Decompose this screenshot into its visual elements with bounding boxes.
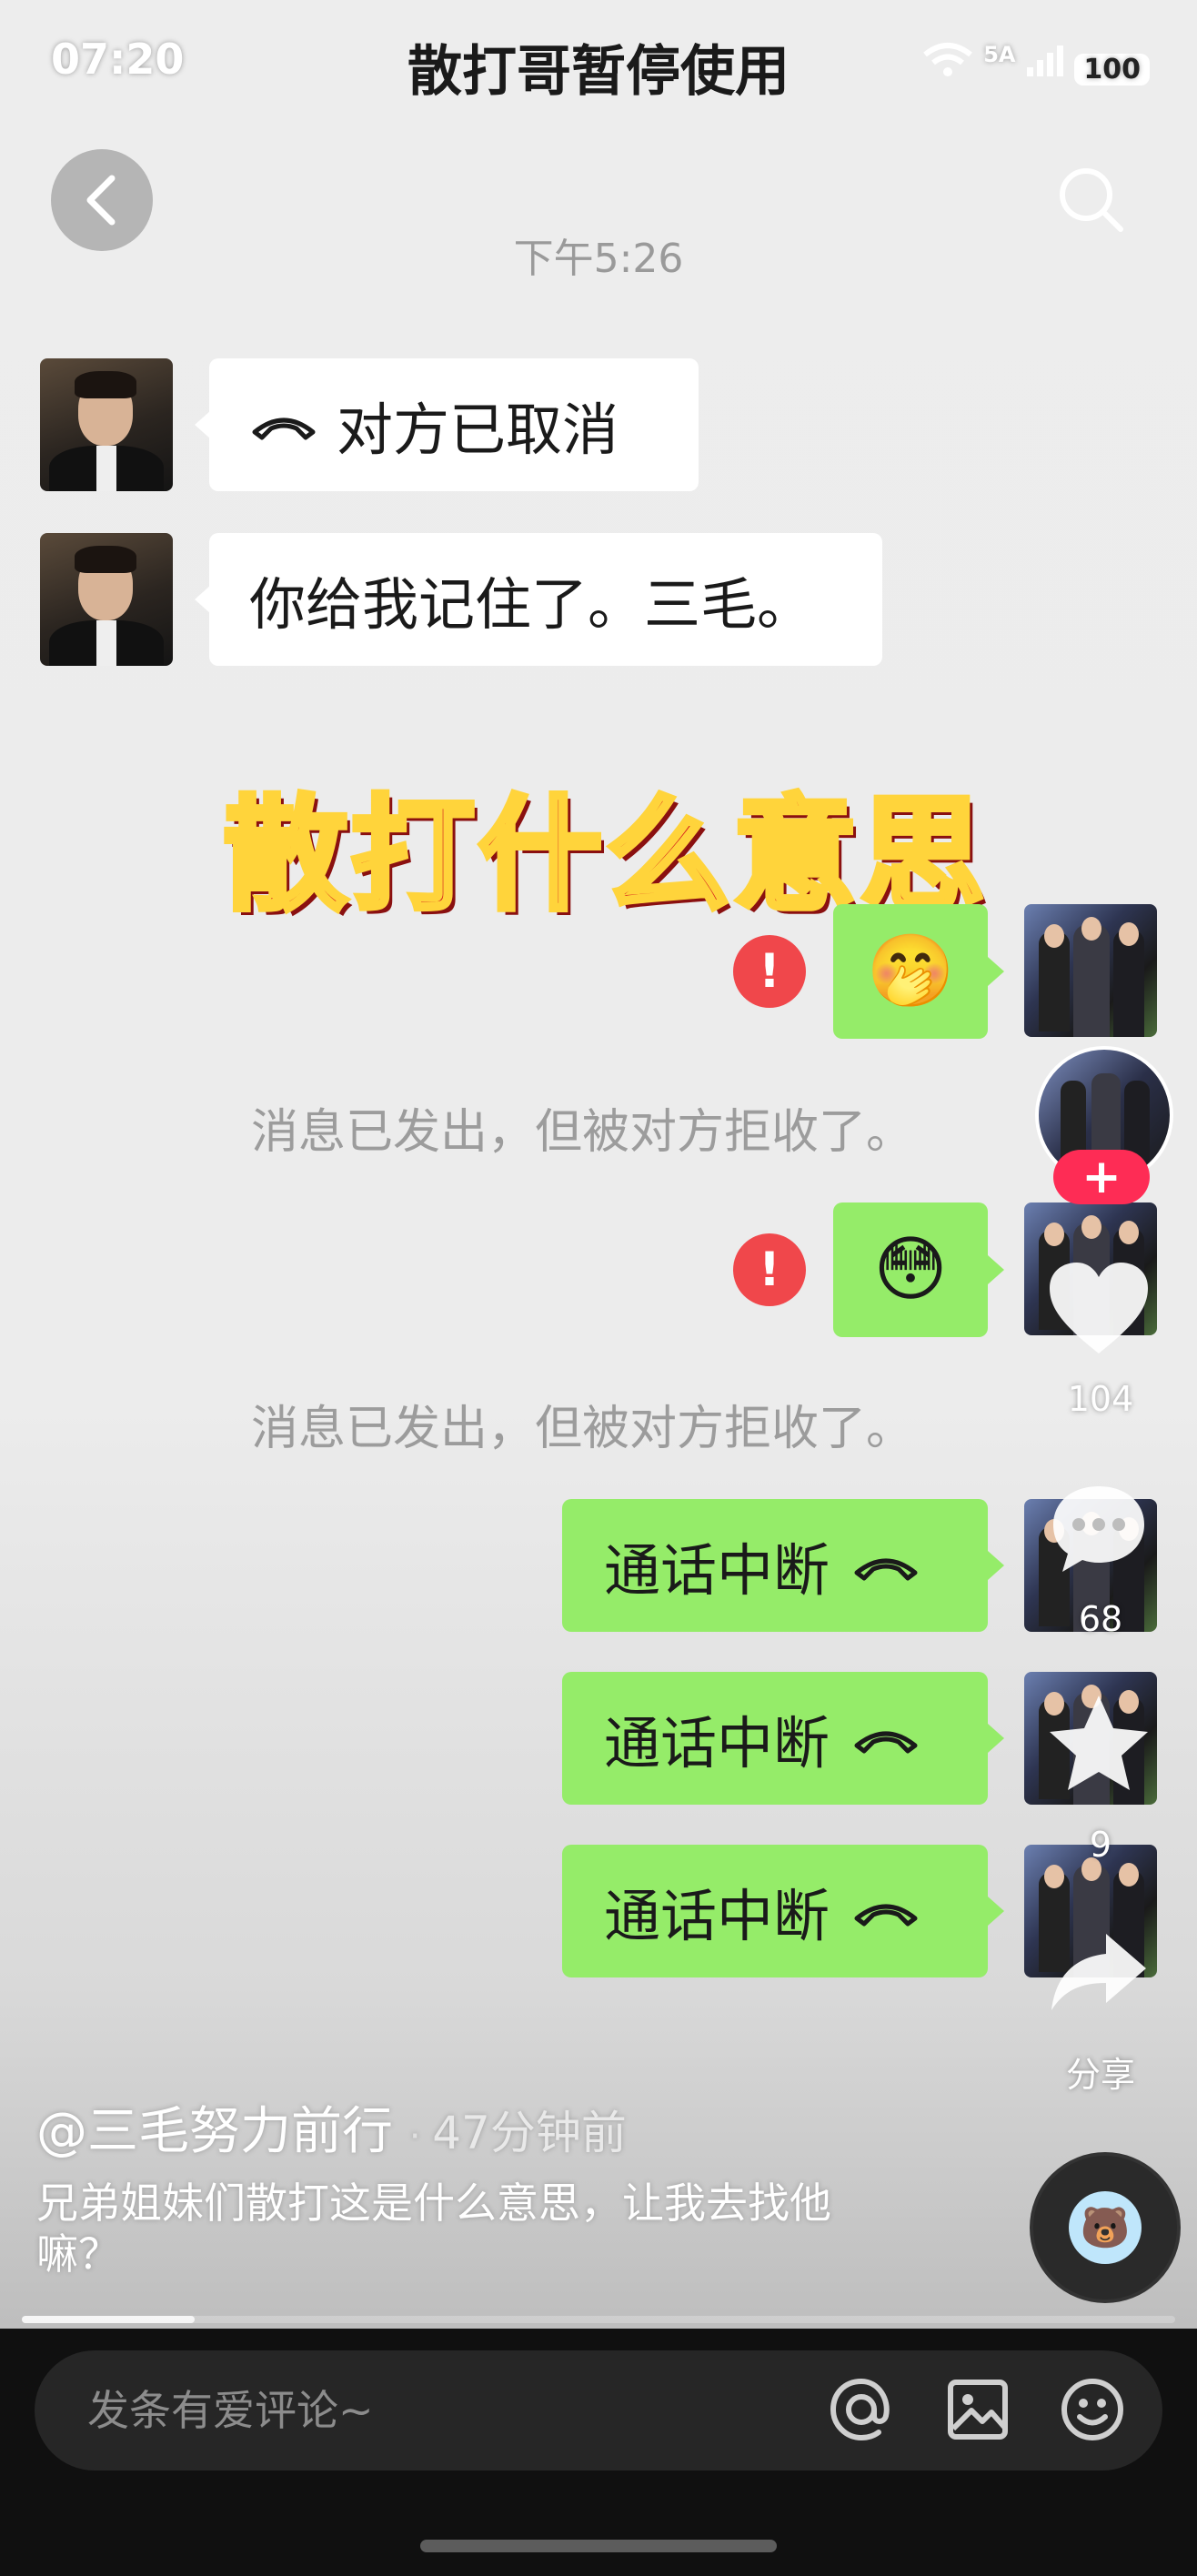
post-author-line: @三毛努力前行 · 47分钟前 [36, 2090, 627, 2164]
share-button[interactable] [1048, 1928, 1150, 2019]
call-cancelled-bubble[interactable]: 对方已取消 [195, 358, 699, 491]
chat-background [0, 0, 1197, 2338]
contact-avatar[interactable] [40, 533, 173, 666]
like-button[interactable] [1044, 1259, 1153, 1363]
call-cancelled-text: 对方已取消 [337, 397, 619, 463]
call-interrupted-bubble[interactable]: 通话中断 [562, 1845, 1004, 1977]
emoji-text: 😳 [873, 1229, 948, 1311]
share-icon [1051, 1934, 1146, 2010]
call-interrupted-text: 通话中断 [604, 1537, 830, 1604]
send-failed-icon[interactable]: ! [733, 935, 806, 1008]
emoji-message-bubble[interactable]: 😳 [833, 1202, 1004, 1337]
at-icon [830, 2378, 890, 2441]
music-disc[interactable]: 🐻 [1030, 2152, 1181, 2303]
send-failed-icon[interactable]: ! [733, 1233, 806, 1306]
post-caption[interactable]: 兄弟姐妹们散打这是什么意思，让我去找他嘛？ [36, 2178, 855, 2279]
phone-hangup-icon [854, 1904, 918, 1927]
heart-icon [1050, 1263, 1148, 1353]
call-interrupted-text: 通话中断 [604, 1883, 830, 1949]
post-time: 47分钟前 [432, 2107, 627, 2159]
contact-avatar[interactable] [40, 358, 173, 491]
plus-icon: + [1081, 1150, 1122, 1204]
emoji-button[interactable] [1059, 2376, 1126, 2447]
mention-button[interactable] [828, 2376, 895, 2447]
share-label: 分享 [1065, 2055, 1135, 2095]
call-interrupted-text: 通话中断 [604, 1710, 830, 1776]
phone-hangup-icon [252, 418, 316, 440]
call-interrupted-bubble[interactable]: 通话中断 [562, 1499, 1004, 1632]
chevron-left-icon [86, 175, 116, 226]
chat-title: 散打哥暂停使用 [407, 40, 790, 104]
like-count: 104 [1067, 1379, 1134, 1419]
image-icon [948, 2380, 1008, 2440]
video-progress-track[interactable] [22, 2316, 1175, 2323]
rejected-notice: 消息已发出，但被对方拒收了。 [251, 1402, 914, 1456]
phone-hangup-icon [854, 1731, 918, 1754]
star-icon [1050, 1696, 1148, 1790]
separator-dot: · [408, 2116, 433, 2158]
home-indicator[interactable] [420, 2540, 777, 2552]
comment-icon [1053, 1486, 1144, 1572]
message-bubble[interactable]: 你给我记住了。三毛。 [195, 533, 882, 666]
call-interrupted-bubble[interactable]: 通话中断 [562, 1672, 1004, 1805]
emoji-icon [1061, 2379, 1123, 2440]
message-text: 你给我记住了。三毛。 [249, 571, 814, 638]
image-button[interactable] [946, 2378, 1010, 2445]
emoji-text: 🤭 [866, 930, 955, 1012]
favorite-count: 9 [1089, 1825, 1112, 1865]
author-name[interactable]: @三毛努力前行 [36, 2102, 393, 2161]
comment-button[interactable] [1048, 1481, 1150, 1583]
comment-placeholder[interactable]: 发条有爱评论~ [87, 2378, 374, 2438]
self-avatar[interactable] [1024, 904, 1157, 1037]
follow-button[interactable]: + [1053, 1150, 1150, 1204]
video-progress-fill [22, 2316, 196, 2323]
chat-timestamp: 下午5:26 [513, 236, 684, 282]
favorite-button[interactable] [1046, 1692, 1152, 1797]
comment-count: 68 [1078, 1599, 1123, 1639]
phone-hangup-icon [854, 1558, 918, 1581]
rejected-notice: 消息已发出，但被对方拒收了。 [251, 1105, 914, 1160]
emoji-message-bubble[interactable]: 🤭 [833, 904, 1004, 1039]
music-cover-icon: 🐻 [1069, 2191, 1142, 2264]
